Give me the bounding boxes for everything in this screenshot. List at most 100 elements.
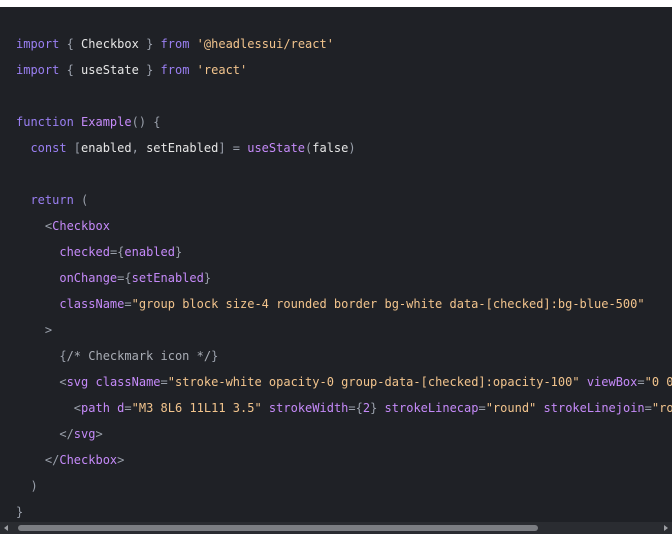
code-line: onChange={setEnabled} [16,265,672,291]
code-token: } [211,349,219,363]
code-token: { [59,37,82,51]
code-token: } [203,271,212,285]
code-token: const [30,141,67,155]
code-content: import { Checkbox } from '@headlessui/re… [16,31,672,522]
code-token: 'react' [196,63,248,77]
code-block[interactable]: import { Checkbox } from '@headlessui/re… [0,7,672,522]
code-token: '@headlessui/react' [196,37,334,51]
code-token: "round" [651,401,672,415]
scroll-left-arrow-icon[interactable] [4,525,8,531]
code-line: } [16,499,672,522]
code-token: Checkbox [81,37,139,51]
horizontal-scrollbar[interactable] [0,522,672,534]
code-token: ] = [218,141,248,155]
code-token: ) [16,479,38,493]
code-token: } [174,245,183,259]
code-token: < [16,401,82,415]
code-token: = [478,401,486,415]
code-line: <path d="M3 8L6 11L11 3.5" strokeWidth={… [16,395,672,421]
code-token: import [16,63,60,77]
code-token: Checkbox [59,453,118,467]
code-token: svg [66,375,89,389]
scroll-right-arrow-icon[interactable] [664,525,668,531]
code-token: useState [81,63,139,77]
scrollbar-thumb[interactable] [18,525,538,531]
code-line: <Checkbox [16,213,672,239]
code-token: viewBox [586,375,638,389]
code-token: = [124,297,132,311]
code-token: setEnabled [146,141,219,155]
code-token: "M3 8L6 11L11 3.5" [131,401,262,415]
code-line: {/* Checkmark icon */} [16,343,672,369]
code-token: } [16,505,24,519]
code-token: = [160,375,168,389]
code-token: useState [247,141,306,155]
code-token: { [59,63,82,77]
code-token: } [138,37,161,51]
code-token: enabled [81,141,132,155]
code-token: { [16,349,67,363]
code-line: </svg> [16,421,672,447]
code-token: < [16,375,67,389]
code-token: enabled [124,245,175,259]
code-line: className="group block size-4 rounded bo… [16,291,672,317]
code-token: import [16,37,60,51]
code-token: 2 [362,401,371,415]
code-line: checked={enabled} [16,239,672,265]
code-token: ( [73,193,89,207]
code-token: = [637,375,645,389]
code-line: return ( [16,187,672,213]
code-token: ={ [117,271,132,285]
code-token: Checkbox [52,219,110,233]
code-token: = [644,401,652,415]
code-token: false [312,141,349,155]
code-token: className [95,375,161,389]
code-line: ) [16,473,672,499]
code-token: path [81,401,110,415]
code-token: checked [59,245,110,259]
code-line: </Checkbox> [16,447,672,473]
code-token: strokeWidth [268,401,349,415]
code-line: <svg className="stroke-white opacity-0 g… [16,369,672,395]
code-line: const [enabled, setEnabled] = useState(f… [16,135,672,161]
code-token: > [16,323,53,337]
code-line: import { useState } from 'react' [16,57,672,83]
code-token: > [95,427,103,441]
code-token: setEnabled [131,271,204,285]
code-line: function Example() { [16,109,672,135]
code-token: /* Checkmark icon */ [66,349,212,363]
code-token: from [160,37,190,51]
code-token: strokeLinecap [384,401,479,415]
code-token: ) [348,141,356,155]
code-token: } [370,401,385,415]
code-token: = [124,401,132,415]
code-token: , [131,141,147,155]
code-token: svg [73,427,96,441]
code-token: Example [81,115,132,129]
code-token: "stroke-white opacity-0 group-data-[chec… [167,375,580,389]
top-strip [0,0,672,7]
code-token: < [16,219,53,233]
code-line: import { Checkbox } from '@headlessui/re… [16,31,672,57]
code-token: "0 0 14 14" [644,375,672,389]
code-token: onChange [59,271,118,285]
code-token: } [138,63,161,77]
code-token: return [30,193,74,207]
code-token: [ [66,141,82,155]
code-token: > [117,453,125,467]
code-token: ={ [348,401,363,415]
code-token: ={ [109,245,125,259]
code-token: strokeLinejoin [543,401,645,415]
code-token: "group block size-4 rounded border bg-wh… [131,297,645,311]
